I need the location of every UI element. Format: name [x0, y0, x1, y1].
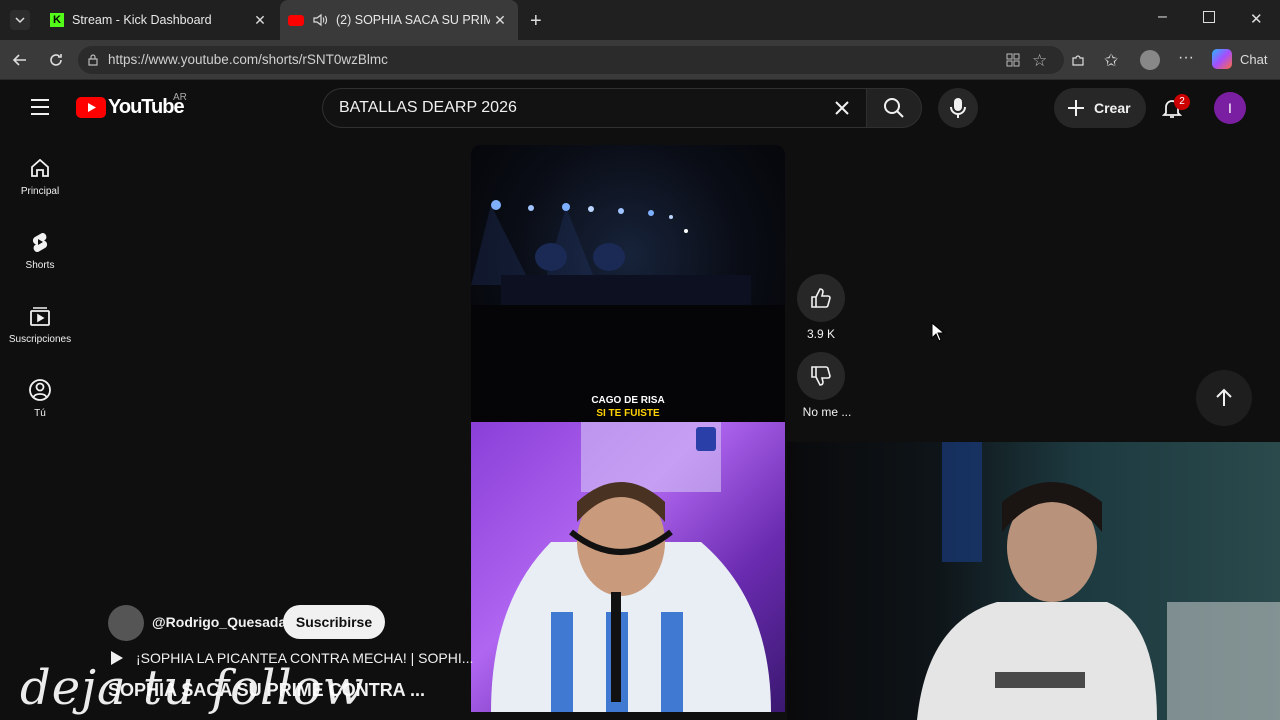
caption-line-2: SI TE FUISTE: [596, 408, 660, 419]
tab-youtube-short[interactable]: (2) SOPHIA SACA SU PRIME C ✕: [280, 0, 518, 40]
url-text: https://www.youtube.com/shorts/rSNT0wzBl…: [108, 52, 388, 67]
dislike-label: No me ...: [802, 405, 852, 419]
microphone-icon: [950, 98, 966, 118]
browser-tab-bar: K Stream - Kick Dashboard ✕ (2) SOPHIA S…: [0, 0, 1280, 40]
copilot-chat-button[interactable]: Chat: [1212, 49, 1267, 69]
reload-icon[interactable]: [46, 50, 66, 70]
back-icon[interactable]: [10, 50, 30, 70]
menu-icon[interactable]: [30, 98, 50, 116]
copilot-icon: [1212, 49, 1232, 69]
clear-search-icon[interactable]: [832, 98, 852, 118]
create-label: Crear: [1094, 100, 1131, 116]
youtube-logo[interactable]: YouTube: [76, 96, 185, 119]
stage-lights-image: [471, 200, 785, 422]
like-count: 3.9 K: [806, 327, 836, 341]
restore-icon[interactable]: [1203, 11, 1215, 23]
close-tab-icon[interactable]: ✕: [250, 12, 270, 29]
mouse-cursor-icon: [931, 322, 945, 342]
sidebar-item-principal[interactable]: Principal: [4, 156, 76, 226]
sidebar-item-label: Suscripciones: [8, 334, 72, 345]
subscriptions-icon: [30, 307, 50, 326]
youtube-favicon-icon: [288, 14, 304, 26]
close-window-icon[interactable]: ✕: [1250, 10, 1263, 28]
tab-title: Stream - Kick Dashboard: [72, 13, 212, 27]
account-avatar[interactable]: I: [1214, 92, 1246, 124]
close-tab-icon[interactable]: ✕: [490, 12, 510, 29]
shorts-icon: [32, 232, 48, 253]
tab-list-chevron-icon[interactable]: [10, 10, 30, 30]
search-button[interactable]: [866, 88, 922, 128]
short-video-player[interactable]: CAGO DE RISA SI TE FUISTE: [471, 145, 785, 712]
like-button[interactable]: [797, 274, 845, 322]
streamer-video-frame: [471, 422, 785, 712]
youtube-logo-icon: [76, 97, 106, 118]
arrow-up-icon: [1216, 388, 1232, 406]
tab-title: (2) SOPHIA SACA SU PRIME C: [336, 13, 490, 27]
sidebar-item-label: Shorts: [25, 260, 55, 271]
kick-favicon-icon: K: [50, 13, 64, 27]
voice-search-button[interactable]: [938, 88, 978, 128]
favorites-icon[interactable]: ✩: [1104, 51, 1118, 71]
search-icon: [884, 98, 904, 118]
webcam-person-image: [917, 442, 1280, 720]
search-query: BATALLAS DEARP 2026: [339, 99, 517, 116]
webcam-overlay: [787, 442, 1280, 720]
follow-overlay-text: deja tu follow: [20, 660, 365, 716]
you-icon: [29, 379, 51, 401]
tab-kick-dashboard[interactable]: K Stream - Kick Dashboard ✕: [40, 0, 278, 40]
home-icon: [31, 158, 49, 177]
channel-name[interactable]: @Rodrigo_Quesada: [152, 614, 286, 630]
new-tab-icon[interactable]: +: [530, 10, 542, 33]
channel-avatar[interactable]: [108, 605, 144, 641]
site-info-icon[interactable]: [86, 53, 100, 67]
caption-line-1: CAGO DE RISA: [591, 395, 665, 406]
favorite-star-icon[interactable]: ☆: [1032, 51, 1047, 71]
speaker-icon[interactable]: [312, 12, 328, 28]
dislike-button[interactable]: [797, 352, 845, 400]
sidebar-item-shorts[interactable]: Shorts: [4, 230, 76, 300]
streamer-image: [491, 422, 771, 712]
stage-video-frame: CAGO DE RISA SI TE FUISTE: [471, 145, 785, 422]
sidebar-item-label: Tú: [34, 408, 46, 419]
extensions-icon[interactable]: [1070, 52, 1086, 68]
country-code: AR: [173, 92, 187, 103]
thumbs-down-icon: [811, 366, 831, 386]
more-options-icon[interactable]: ···: [1178, 49, 1194, 67]
sidebar-item-label: Principal: [20, 186, 60, 197]
previous-short-button[interactable]: [1196, 370, 1252, 426]
sidebar-item-suscripciones[interactable]: Suscripciones: [4, 304, 76, 374]
subscribe-button[interactable]: Suscribirse: [283, 605, 385, 639]
apps-icon[interactable]: [1005, 52, 1021, 68]
copilot-label: Chat: [1240, 51, 1268, 67]
minimize-icon[interactable]: –: [1158, 8, 1167, 26]
profile-icon[interactable]: [1140, 50, 1160, 70]
sidebar-item-tu[interactable]: Tú: [4, 378, 76, 448]
notification-count-badge: 2: [1174, 94, 1190, 110]
thumbs-up-icon: [811, 288, 831, 308]
create-button[interactable]: Crear: [1054, 88, 1146, 128]
plus-icon: [1068, 100, 1084, 116]
